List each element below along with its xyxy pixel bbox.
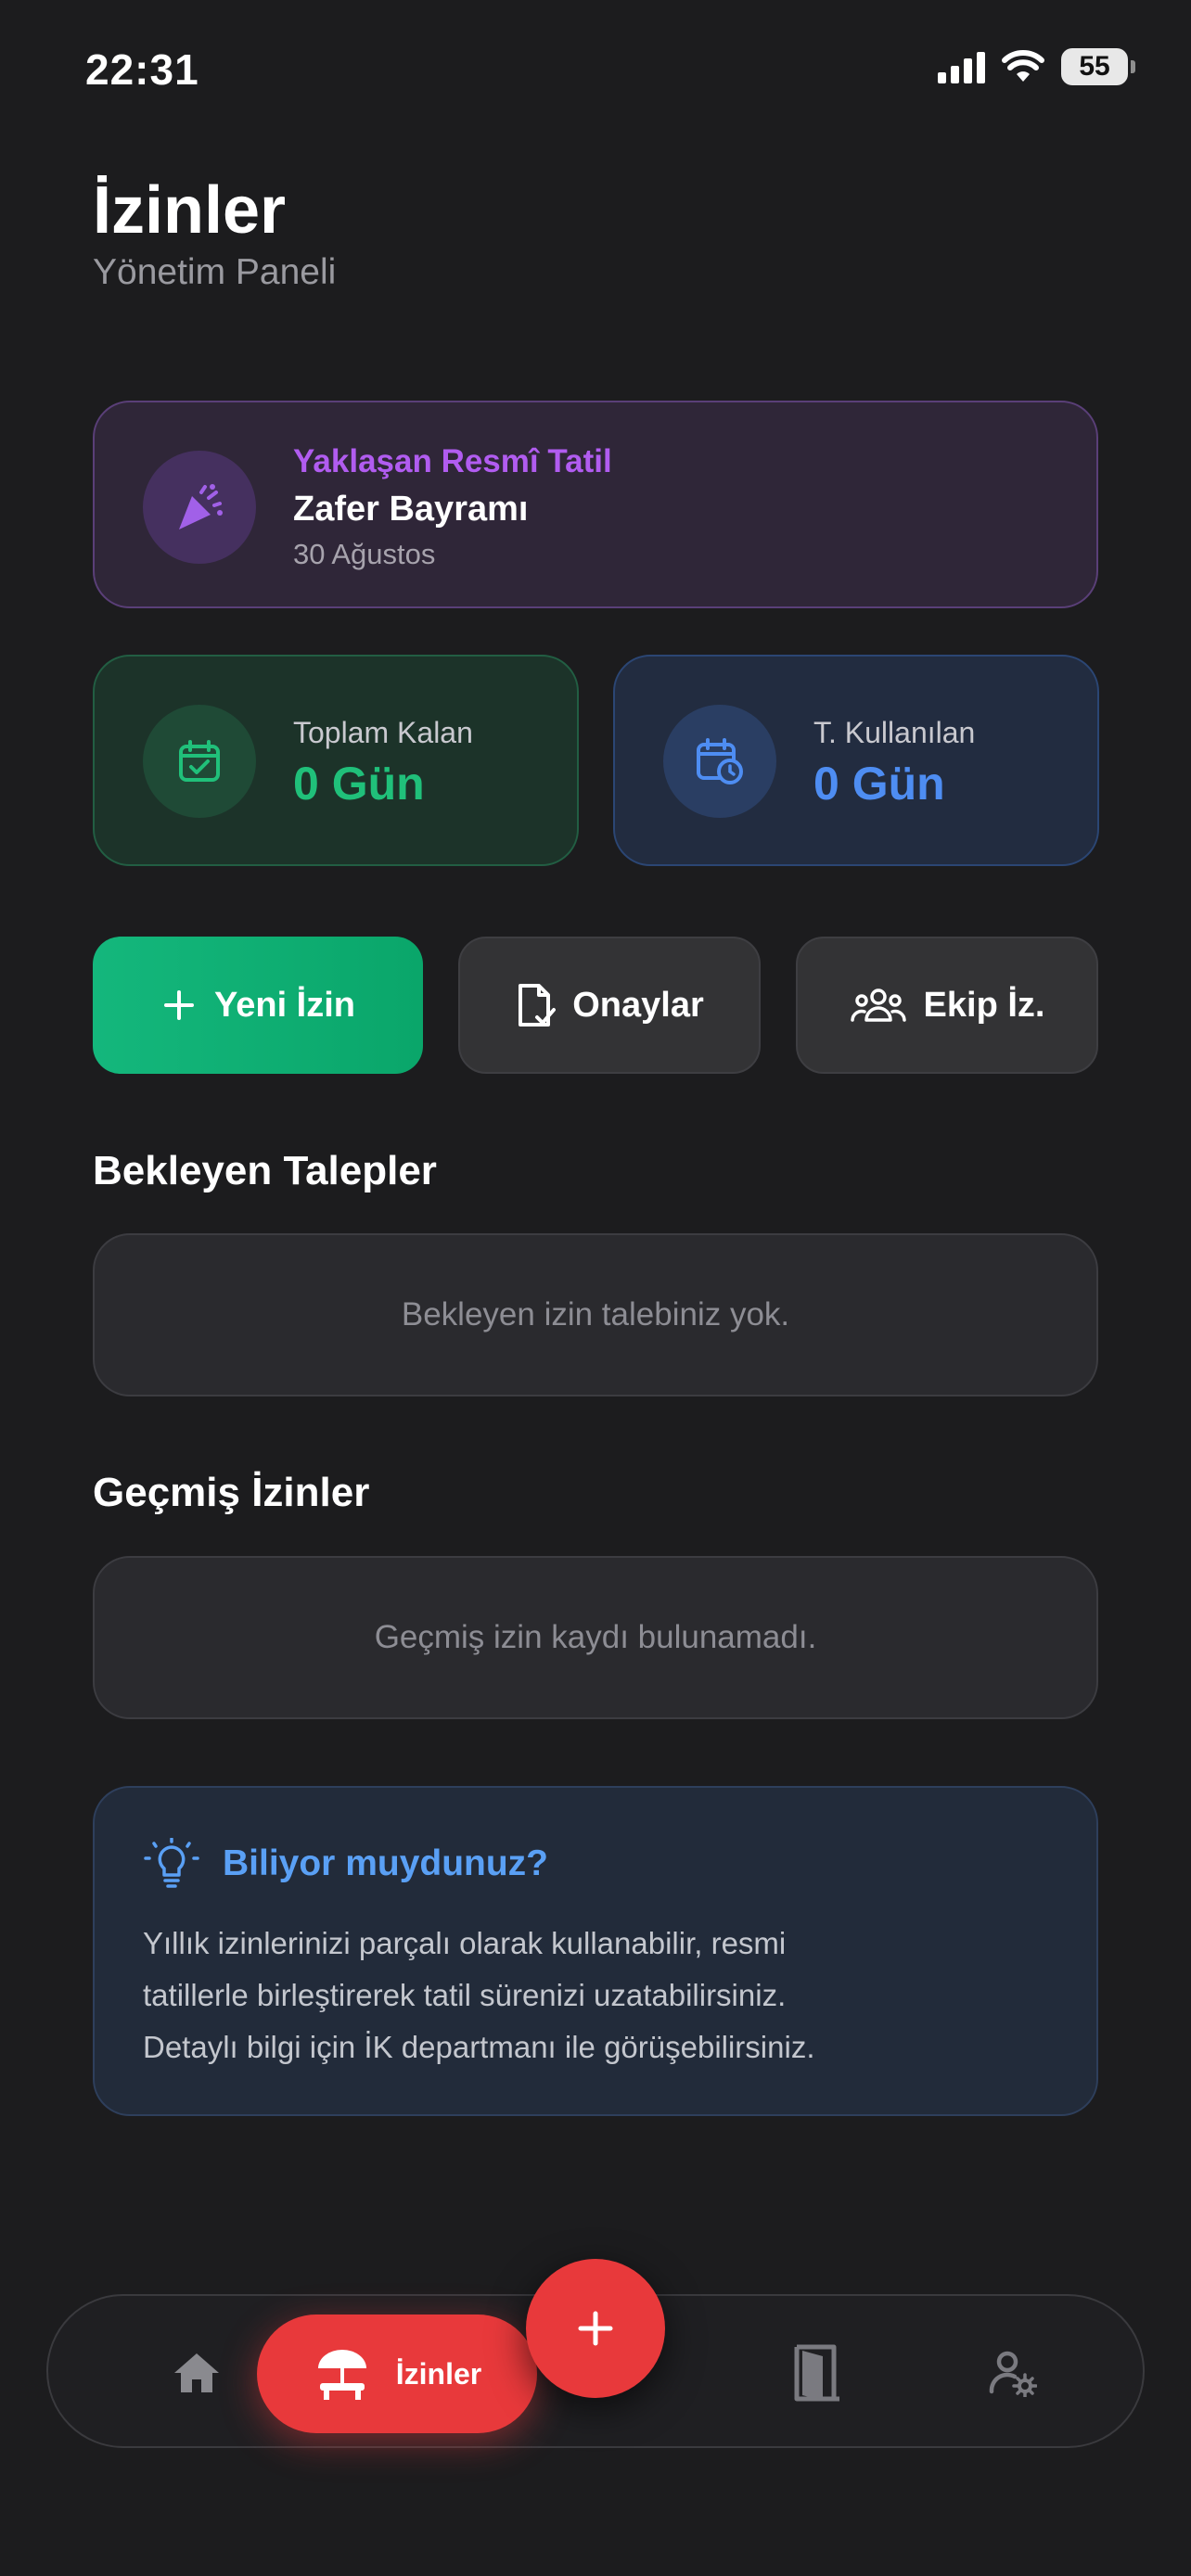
page-subtitle: Yönetim Paneli	[93, 252, 337, 292]
stat-label: T. Kullanılan	[813, 716, 976, 749]
new-leave-label: Yeni İzin	[213, 985, 356, 1025]
document-check-icon	[519, 984, 557, 1027]
holiday-label: Yaklaşan Resmî Tatil	[293, 443, 612, 479]
nav-leaves-active[interactable]: İzinler	[257, 2315, 537, 2433]
history-section-title: Geçmiş İzinler	[93, 1470, 370, 1515]
leave-screen: 22:31 55 İzinler Yönetim Paneli Yaklaşan…	[0, 0, 1191, 2576]
calendar-clock-icon	[697, 738, 743, 784]
plus-icon	[163, 990, 194, 1020]
used-leave-card[interactable]: T. Kullanılan 0 Gün	[613, 655, 1099, 866]
remaining-leave-card[interactable]: Toplam Kalan 0 Gün	[93, 655, 579, 866]
team-icon	[850, 988, 906, 1022]
status-indicators: 55	[938, 48, 1135, 85]
upcoming-holiday-card[interactable]: Yaklaşan Resmî Tatil Zafer Bayramı 30 Ağ…	[93, 401, 1098, 608]
nav-active-label: İzinler	[395, 2356, 482, 2391]
wifi-icon	[1002, 50, 1044, 82]
team-leave-label: Ekip İz.	[923, 985, 1045, 1025]
tip-line: Detaylı bilgi için İK departmanı ile gör…	[143, 2030, 815, 2064]
team-leave-button[interactable]: Ekip İz.	[796, 937, 1098, 1074]
lightbulb-icon	[144, 1838, 199, 1888]
stat-label: Toplam Kalan	[293, 716, 473, 749]
party-popper-icon	[179, 484, 223, 529]
beach-umbrella-icon	[317, 2350, 366, 2400]
battery-icon: 55	[1061, 48, 1135, 85]
status-bar: 22:31 55	[0, 0, 1191, 139]
approvals-button[interactable]: Onaylar	[458, 937, 761, 1074]
stat-value: 0 Gün	[293, 758, 425, 810]
calendar-check-icon	[179, 740, 220, 782]
pending-empty-state: Bekleyen izin talebiniz yok.	[93, 1233, 1098, 1396]
plus-icon	[578, 2311, 613, 2346]
status-time: 22:31	[85, 45, 199, 94]
holiday-date: 30 Ağustos	[293, 538, 436, 570]
new-leave-button[interactable]: Yeni İzin	[93, 937, 423, 1074]
home-icon	[174, 2353, 219, 2392]
door-icon	[794, 2344, 839, 2402]
battery-level: 55	[1061, 48, 1128, 85]
pending-section-title: Bekleyen Talepler	[93, 1148, 437, 1193]
holiday-name: Zafer Bayramı	[293, 490, 529, 529]
tip-line: Yıllık izinlerinizi parçalı olarak kulla…	[143, 1926, 787, 1960]
floating-add-button[interactable]	[526, 2259, 665, 2398]
approvals-label: Onaylar	[572, 985, 704, 1025]
tip-text: Yıllık izinlerinizi parçalı olarak kulla…	[143, 1918, 1070, 2073]
page-title: İzinler	[93, 173, 287, 248]
nav-exit[interactable]	[762, 2296, 874, 2450]
stat-value: 0 Gün	[813, 758, 945, 810]
cellular-signal-icon	[938, 50, 985, 83]
history-empty-state: Geçmiş izin kaydı bulunamadı.	[93, 1556, 1098, 1719]
tip-title: Biliyor muydunuz?	[223, 1843, 548, 1883]
nav-user-settings[interactable]	[957, 2296, 1069, 2450]
nav-home[interactable]	[150, 2296, 243, 2450]
tip-line: tatillerle birleştirerek tatil sürenizi …	[143, 1978, 787, 2012]
tip-card: Biliyor muydunuz? Yıllık izinlerinizi pa…	[93, 1786, 1098, 2116]
user-settings-icon	[989, 2351, 1037, 2397]
